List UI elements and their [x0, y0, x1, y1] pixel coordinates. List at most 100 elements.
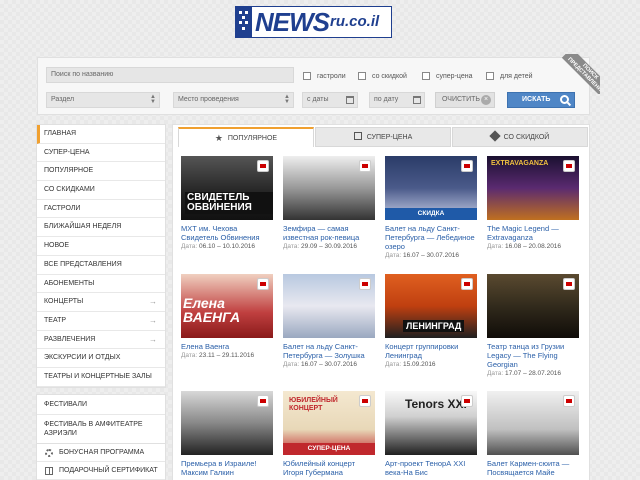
- sidebar-item-gift-certificate[interactable]: Подарочный сертификат: [37, 462, 165, 480]
- sidebar-item-13[interactable]: Театры и концертные залы: [37, 368, 165, 387]
- date-from-input[interactable]: с даты: [302, 92, 358, 108]
- sidebar-item-1[interactable]: Супер-цена: [37, 144, 165, 163]
- sidebar-item-label: Супер-цена: [44, 148, 90, 156]
- event-date: Дата: 17.07 – 28.07.2016: [487, 370, 579, 377]
- event-poster-image[interactable]: EXTRAVAGANZA: [487, 156, 579, 220]
- gift-icon: [45, 467, 53, 475]
- tab-popular[interactable]: ★ ПОПУЛЯРНОЕ: [178, 127, 314, 147]
- event-poster-image[interactable]: [487, 391, 579, 455]
- checkbox-discount[interactable]: со скидкой: [358, 72, 407, 80]
- tab-discount[interactable]: СО СКИДКОЙ: [452, 127, 588, 147]
- sidebar-item-label: Подарочный сертификат: [59, 467, 158, 474]
- event-card[interactable]: Премьера в Израиле! Максим Галкин: [181, 391, 273, 477]
- event-poster-image[interactable]: ЮБИЛЕЙНЫЙ КОНЦЕРТ СУПЕР-ЦЕНА: [283, 391, 375, 455]
- event-poster-image[interactable]: [487, 274, 579, 338]
- sidebar-item-4[interactable]: Гастроли: [37, 200, 165, 219]
- event-title-link[interactable]: Концерт группировки Ленинград: [385, 342, 477, 360]
- date-value: 16.07 – 30.07.2016: [301, 361, 358, 368]
- checkbox-kids[interactable]: для детей: [486, 72, 533, 80]
- event-card[interactable]: СВИДЕТЕЛЬ ОБВИНЕНИЯ МХТ им. Чехова Свидет…: [181, 156, 273, 250]
- event-card[interactable]: СКИДКА Балет на льду Санкт-Петербурга — Л…: [385, 156, 477, 259]
- calendar-icon[interactable]: [413, 96, 421, 104]
- ticket-badge-icon: [359, 278, 371, 290]
- sidebar-item-5[interactable]: Ближайшая неделя: [37, 218, 165, 238]
- tab-label: ПОПУЛЯРНОЕ: [227, 135, 278, 142]
- sidebar-item-9[interactable]: Концерты →: [37, 293, 165, 312]
- section-select-label: Раздел: [51, 96, 75, 103]
- event-tag: СУПЕР-ЦЕНА: [283, 443, 375, 455]
- site-logo[interactable]: NEWS ru.co.il: [235, 6, 392, 38]
- ticket-badge-icon: [359, 160, 371, 172]
- event-poster-image[interactable]: [283, 156, 375, 220]
- event-poster-image[interactable]: [283, 274, 375, 338]
- date-to-input[interactable]: по дату: [369, 92, 425, 108]
- checkbox-box[interactable]: [486, 72, 494, 80]
- event-title-link[interactable]: Балет на льду Санкт-Петербурга — Золушка: [283, 342, 375, 360]
- sidebar-item-8[interactable]: Абонементы: [37, 275, 165, 294]
- event-date: Дата: 23.11 – 29.11.2016: [181, 352, 273, 359]
- ticket-badge-icon: [359, 395, 371, 407]
- event-poster-image[interactable]: СКИДКА: [385, 156, 477, 220]
- event-title-link[interactable]: МХТ им. Чехова Свидетель Обвинения: [181, 224, 273, 242]
- event-card[interactable]: Балет на льду Санкт-Петербурга — Золушка…: [283, 274, 375, 368]
- date-value: 23.11 – 29.11.2016: [199, 352, 255, 359]
- sidebar-item-12[interactable]: Экскурсии и отдых: [37, 349, 165, 368]
- event-title-link[interactable]: Театр танца из Грузии Legacy — The Flyin…: [487, 342, 579, 369]
- sidebar-item-10[interactable]: Театр →: [37, 312, 165, 331]
- date-value: 16.07 – 30.07.2016: [403, 252, 460, 259]
- sidebar-item-11[interactable]: Развлечения →: [37, 331, 165, 350]
- checkbox-box[interactable]: [422, 72, 430, 80]
- event-poster-image[interactable]: [181, 391, 273, 455]
- name-search-input[interactable]: Поиск по названию: [46, 67, 294, 83]
- event-title-link[interactable]: Земфира — самая известная рок-певица: [283, 224, 375, 242]
- sidebar-item-3[interactable]: Со скидками: [37, 181, 165, 200]
- sidebar-item-label: Бонусная программа: [59, 449, 145, 456]
- event-title-link[interactable]: Премьера в Израиле! Максим Галкин: [181, 459, 273, 477]
- event-card[interactable]: ЮБИЛЕЙНЫЙ КОНЦЕРТ СУПЕР-ЦЕНА Юбилейный кон…: [283, 391, 375, 477]
- event-poster-image[interactable]: ЛЕНИНГРАД: [385, 274, 477, 338]
- calendar-icon[interactable]: [346, 96, 354, 104]
- checkbox-super-price[interactable]: супер-цена: [422, 72, 473, 80]
- arrow-right-icon: →: [149, 315, 157, 325]
- event-title-link[interactable]: Балет на льду Санкт-Петербурга — Лебедин…: [385, 224, 477, 251]
- event-card[interactable]: EXTRAVAGANZA The Magic Legend — Extravaga…: [487, 156, 579, 250]
- event-card[interactable]: Tenors XXI Арт-проект ТенорА XXI века-На …: [385, 391, 477, 477]
- clear-button[interactable]: ОЧИСТИТЬ ×: [435, 92, 495, 108]
- checkbox-box[interactable]: [358, 72, 366, 80]
- search-button[interactable]: ИСКАТЬ: [507, 92, 575, 108]
- checkbox-tours[interactable]: гастроли: [303, 72, 346, 80]
- sidebar-item-azrieli-festival[interactable]: Фестиваль в амфитеатре Азриэли: [37, 415, 165, 444]
- sidebar-item-6[interactable]: Новое: [37, 237, 165, 256]
- event-title-link[interactable]: Елена Ваенга: [181, 342, 273, 351]
- tab-super-price[interactable]: СУПЕР-ЦЕНА: [315, 127, 451, 147]
- tab-label: СО СКИДКОЙ: [503, 134, 550, 141]
- event-poster-image[interactable]: СВИДЕТЕЛЬ ОБВИНЕНИЯ: [181, 156, 273, 220]
- event-poster-image[interactable]: Tenors XXI: [385, 391, 477, 455]
- event-card[interactable]: Балет Кармен-сюита — Посвящается Майе: [487, 391, 579, 477]
- venue-select[interactable]: Место проведения ▲ ▼: [173, 92, 294, 108]
- event-card[interactable]: ЛЕНИНГРАД Концерт группировки Ленинград Да…: [385, 274, 477, 368]
- sidebar-item-label: Гастроли: [44, 204, 81, 212]
- sidebar-festivals: Фестивали Фестиваль в амфитеатре Азриэли: [36, 394, 166, 445]
- event-poster-image[interactable]: Елена ВАЕНГА: [181, 274, 273, 338]
- event-card[interactable]: Земфира — самая известная рок-певица Дата…: [283, 156, 375, 250]
- section-select[interactable]: Раздел ▲ ▼: [46, 92, 160, 108]
- sidebar-item-festivals[interactable]: Фестивали: [37, 395, 165, 415]
- sidebar-item-2[interactable]: Популярное: [37, 162, 165, 182]
- sidebar-item-label: Абонементы: [44, 279, 95, 287]
- event-title-link[interactable]: Арт-проект ТенорА XXI века-На Бис: [385, 459, 477, 477]
- event-date: Дата: 16.07 – 30.07.2016: [385, 252, 477, 259]
- logo-mark-icon: [236, 7, 252, 37]
- event-title-link[interactable]: Балет Кармен-сюита — Посвящается Майе: [487, 459, 579, 477]
- event-title-link[interactable]: The Magic Legend — Extravaganza: [487, 224, 579, 242]
- event-card[interactable]: Театр танца из Грузии Legacy — The Flyin…: [487, 274, 579, 377]
- date-label: Дата:: [181, 352, 198, 359]
- sidebar-item-0[interactable]: Главная: [37, 125, 165, 144]
- event-title-link[interactable]: Юбилейный концерт Игоря Губермана: [283, 459, 375, 477]
- sidebar-item-7[interactable]: Все представления: [37, 256, 165, 275]
- sidebar-item-label: Концерты: [44, 298, 84, 306]
- checkbox-box[interactable]: [303, 72, 311, 80]
- sidebar-item-bonus[interactable]: Бонусная программа: [37, 444, 165, 462]
- event-card[interactable]: Елена ВАЕНГА Елена Ваенга Дата: 23.11 – 29…: [181, 274, 273, 359]
- ticket-badge-icon: [257, 278, 269, 290]
